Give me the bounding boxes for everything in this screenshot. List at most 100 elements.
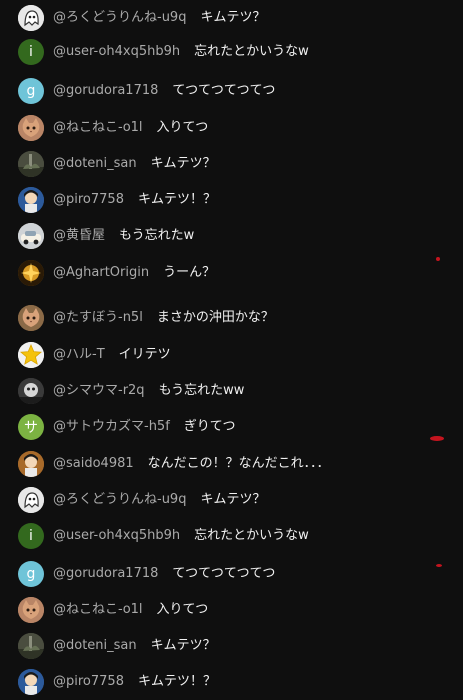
ghost-avatar-icon[interactable] — [18, 487, 44, 513]
author-name[interactable]: @サトウカズマ-h5f — [53, 413, 170, 441]
emblem-avatar-icon[interactable] — [18, 260, 44, 286]
message-text: キムテツ？ — [150, 156, 216, 171]
stray-mark — [436, 564, 442, 567]
chat-message-content: @ねこねこ-o1l 入りてつ — [53, 114, 208, 142]
chat-message-content: @たすぼう-n5l まさかの沖田かな？ — [53, 304, 274, 332]
author-name[interactable]: @黄昏屋 — [53, 222, 105, 250]
chat-message-row[interactable]: @たすぼう-n5l まさかの沖田かな？ — [0, 304, 463, 332]
avatar[interactable]: サ — [18, 414, 44, 440]
chat-message-row[interactable]: @doteni_san キムテツ？ — [0, 632, 463, 660]
chat-message-content: @piro7758 キムテツ！？ — [53, 186, 216, 214]
message-text: 入りてつ — [156, 602, 209, 617]
chat-message-row[interactable]: @piro7758 キムテツ！？ — [0, 668, 463, 696]
message-text: キムテツ！？ — [137, 674, 216, 689]
message-text: イリテツ — [118, 347, 171, 362]
chat-message-row[interactable]: サ @サトウカズマ-h5f ぎりてつ — [0, 413, 463, 441]
chat-message-row[interactable]: @シマウマ-r2q もう忘れたww — [0, 377, 463, 405]
message-text: もう忘れたw — [119, 228, 195, 243]
author-name[interactable]: @user-oh4xq5hb9h — [53, 522, 180, 550]
avatar-letter: i — [29, 44, 33, 60]
message-text: キムテツ！？ — [137, 192, 216, 207]
author-name[interactable]: @piro7758 — [53, 186, 124, 214]
car-avatar-icon[interactable] — [18, 223, 44, 249]
avatar[interactable]: i — [18, 39, 44, 65]
avatar-letter: サ — [24, 420, 38, 436]
scenery-avatar-icon[interactable] — [18, 633, 44, 659]
chat-message-row[interactable]: @saido4981 なんだこの！？なんだこれ．．． — [0, 450, 463, 478]
message-text: もう忘れたww — [158, 383, 245, 398]
author-name[interactable]: @user-oh4xq5hb9h — [53, 38, 180, 66]
stray-mark — [430, 436, 444, 441]
author-name[interactable]: @たすぼう-n5l — [53, 304, 143, 332]
cat-avatar-icon[interactable] — [18, 597, 44, 623]
live-chat-list: @ろくどうりんね-u9q キムテツ？ i @user-oh4xq5hb9h 忘れたとかい… — [0, 0, 463, 700]
chat-message-content: @gorudora1718 てつてつてつてつ — [53, 77, 275, 105]
message-text: てつてつてつてつ — [172, 83, 276, 98]
cat-avatar-icon[interactable] — [18, 305, 44, 331]
chat-message-content: @ねこねこ-o1l 入りてつ — [53, 596, 208, 624]
chat-message-row[interactable]: @ねこねこ-o1l 入りてつ — [0, 114, 463, 142]
chat-message-row[interactable]: @ろくどうりんね-u9q キムテツ？ — [0, 4, 463, 32]
message-text: キムテツ？ — [150, 638, 216, 653]
avatar-letter: i — [29, 528, 33, 544]
chat-message-row[interactable]: @ねこねこ-o1l 入りてつ — [0, 596, 463, 624]
chat-message-content: @user-oh4xq5hb9h 忘れたとかいうなw — [53, 522, 309, 550]
avatar[interactable]: i — [18, 523, 44, 549]
chat-message-content: @サトウカズマ-h5f ぎりてつ — [53, 413, 236, 441]
chat-message-content: @doteni_san キムテツ？ — [53, 150, 216, 178]
author-name[interactable]: @ねこねこ-o1l — [53, 596, 143, 624]
avatar-letter: g — [26, 566, 36, 582]
message-text: キムテツ？ — [200, 492, 266, 507]
author-name[interactable]: @gorudora1718 — [53, 77, 158, 105]
chat-message-content: @ハル-T イリテツ — [53, 341, 171, 369]
avatar[interactable]: g — [18, 78, 44, 104]
chat-message-row[interactable]: g @gorudora1718 てつてつてつてつ — [0, 77, 463, 105]
author-name[interactable]: @AghartOrigin — [53, 259, 149, 287]
chat-message-content: @ろくどうりんね-u9q キムテツ？ — [53, 4, 265, 32]
message-text: まさかの沖田かな？ — [156, 310, 274, 325]
author-name[interactable]: @doteni_san — [53, 632, 137, 660]
author-name[interactable]: @piro7758 — [53, 668, 124, 696]
chat-message-content: @doteni_san キムテツ？ — [53, 632, 216, 660]
cat-avatar-icon[interactable] — [18, 115, 44, 141]
message-text: 忘れたとかいうなw — [194, 528, 309, 543]
avatar[interactable]: g — [18, 561, 44, 587]
message-text: 入りてつ — [156, 120, 209, 135]
chat-message-row[interactable]: @ハル-T イリテツ — [0, 341, 463, 369]
message-text: キムテツ？ — [200, 10, 266, 25]
chat-message-row[interactable]: i @user-oh4xq5hb9h 忘れたとかいうなw — [0, 522, 463, 550]
chat-message-row[interactable]: @AghartOrigin うーん？ — [0, 259, 463, 287]
character-avatar-icon[interactable] — [18, 669, 44, 695]
author-name[interactable]: @ろくどうりんね-u9q — [53, 486, 186, 514]
avatar-letter: g — [26, 83, 36, 99]
shadow-avatar-icon[interactable] — [18, 378, 44, 404]
chat-message-content: @piro7758 キムテツ！？ — [53, 668, 216, 696]
star-avatar-icon[interactable] — [18, 342, 44, 368]
chat-message-row[interactable]: @ろくどうりんね-u9q キムテツ？ — [0, 486, 463, 514]
message-text: てつてつてつてつ — [172, 566, 276, 581]
author-name[interactable]: @ねこねこ-o1l — [53, 114, 143, 142]
character-avatar-icon[interactable] — [18, 451, 44, 477]
author-name[interactable]: @doteni_san — [53, 150, 137, 178]
message-text: 忘れたとかいうなw — [194, 44, 309, 59]
chat-message-content: @黄昏屋 もう忘れたw — [53, 222, 194, 250]
author-name[interactable]: @gorudora1718 — [53, 560, 158, 588]
ghost-avatar-icon[interactable] — [18, 5, 44, 31]
chat-message-content: @user-oh4xq5hb9h 忘れたとかいうなw — [53, 38, 309, 66]
chat-message-row[interactable]: @doteni_san キムテツ？ — [0, 150, 463, 178]
author-name[interactable]: @シマウマ-r2q — [53, 377, 145, 405]
chat-message-row[interactable]: @piro7758 キムテツ！？ — [0, 186, 463, 214]
scenery-avatar-icon[interactable] — [18, 151, 44, 177]
chat-message-row[interactable]: i @user-oh4xq5hb9h 忘れたとかいうなw — [0, 38, 463, 66]
stray-mark — [436, 257, 440, 261]
author-name[interactable]: @saido4981 — [53, 450, 134, 478]
character-avatar-icon[interactable] — [18, 187, 44, 213]
chat-message-content: @saido4981 なんだこの！？なんだこれ．．． — [53, 450, 330, 478]
chat-message-content: @ろくどうりんね-u9q キムテツ？ — [53, 486, 265, 514]
author-name[interactable]: @ろくどうりんね-u9q — [53, 4, 186, 32]
chat-message-row[interactable]: g @gorudora1718 てつてつてつてつ — [0, 560, 463, 588]
chat-message-row[interactable]: @黄昏屋 もう忘れたw — [0, 222, 463, 250]
chat-message-content: @gorudora1718 てつてつてつてつ — [53, 560, 275, 588]
chat-message-content: @シマウマ-r2q もう忘れたww — [53, 377, 244, 405]
author-name[interactable]: @ハル-T — [53, 341, 105, 369]
